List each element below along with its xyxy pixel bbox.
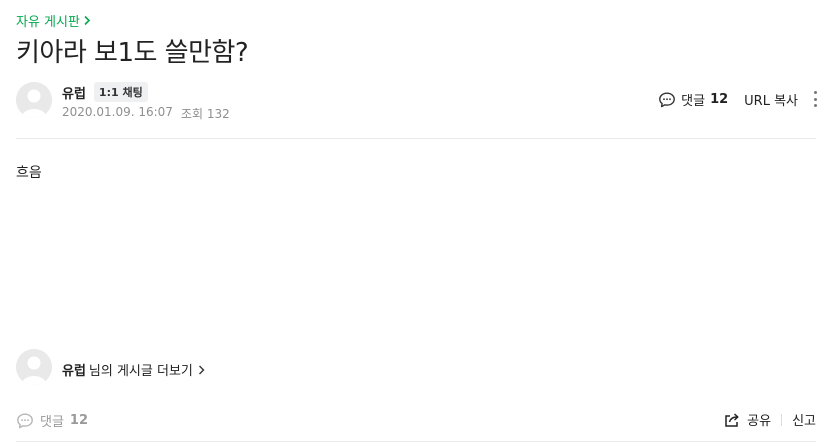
- comments-button[interactable]: 댓글 12: [658, 90, 728, 109]
- footer-actions: 공유 신고: [723, 410, 816, 429]
- post-title: 키아라 보1도 쓸만함?: [16, 38, 249, 68]
- copy-url-button[interactable]: URL 복사: [744, 90, 798, 109]
- more-posts-label: 님의 게시글 더보기: [88, 364, 193, 379]
- copy-url-label: URL 복사: [744, 94, 798, 109]
- author-row: 유럽 1:1 채팅: [62, 82, 148, 102]
- comments-count: 12: [710, 92, 729, 107]
- more-options-icon[interactable]: [812, 90, 818, 108]
- post-date: 2020.01.09. 16:07: [62, 105, 173, 119]
- footer-separator: [781, 413, 783, 426]
- board-link[interactable]: 자유 게시판: [16, 11, 91, 30]
- footer-comments-label: 댓글: [40, 415, 64, 430]
- footer-divider: [16, 441, 816, 442]
- author-name[interactable]: 유럽: [62, 83, 86, 102]
- post-body: 흐음: [16, 165, 42, 181]
- post-tools: 댓글 12 URL 복사: [658, 90, 798, 109]
- header-divider: [16, 138, 816, 139]
- report-button[interactable]: 신고: [792, 410, 816, 429]
- chat-badge-button[interactable]: 1:1 채팅: [93, 82, 148, 102]
- comment-icon: [659, 92, 676, 107]
- share-label: 공유: [747, 414, 772, 429]
- post-meta: 2020.01.09. 16:07 조회 132: [62, 105, 230, 122]
- board-name: 자유 게시판: [16, 15, 80, 30]
- chevron-right-icon: [198, 365, 205, 374]
- view-count: 조회 132: [180, 107, 230, 121]
- more-posts-author: 유럽: [62, 364, 86, 379]
- more-posts-link[interactable]: 유럽 님의 게시글 더보기: [62, 360, 205, 379]
- share-button[interactable]: 공유: [723, 410, 771, 429]
- more-posts-avatar[interactable]: [16, 349, 52, 385]
- share-icon: [725, 412, 739, 427]
- comments-label: 댓글: [681, 94, 706, 109]
- default-profile-icon: [16, 349, 52, 385]
- footer-comments-button[interactable]: 댓글 12: [16, 411, 88, 430]
- default-profile-icon: [16, 82, 52, 118]
- author-avatar[interactable]: [16, 82, 52, 118]
- footer-comments-count: 12: [69, 413, 89, 428]
- comment-icon: [17, 413, 33, 428]
- chevron-right-icon: [84, 15, 91, 26]
